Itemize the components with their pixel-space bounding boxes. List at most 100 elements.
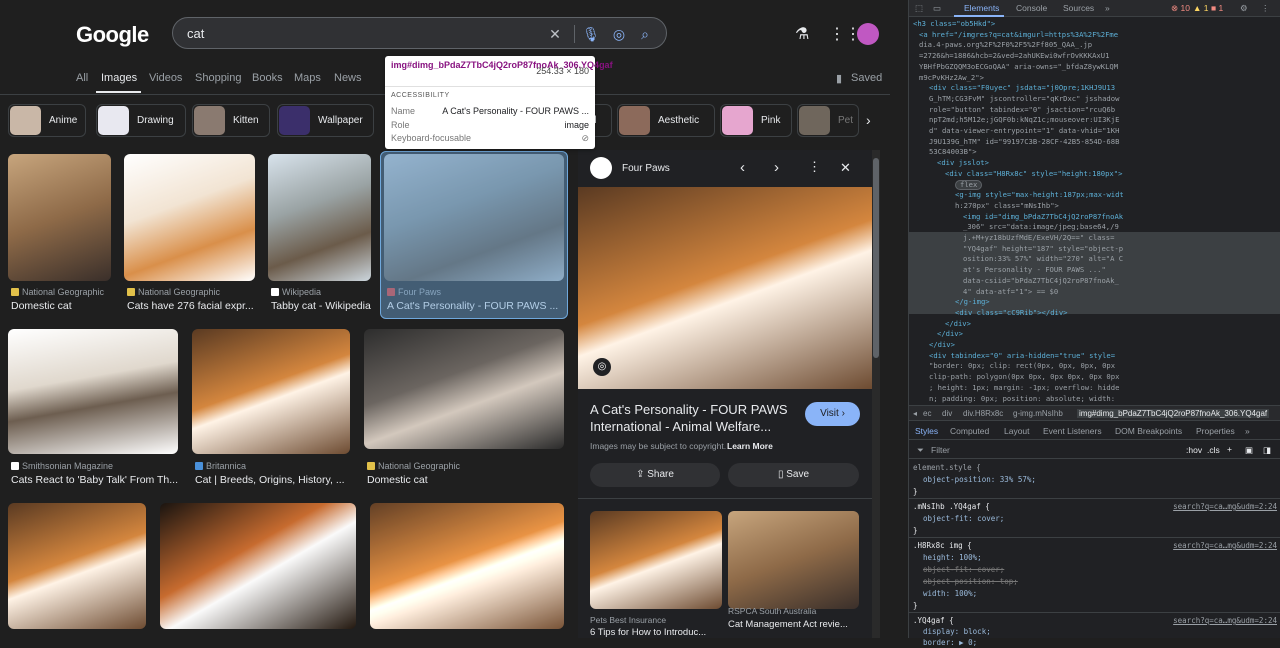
- image-result[interactable]: [8, 503, 146, 638]
- result-title[interactable]: Tabby cat - Wikipedia: [271, 300, 374, 312]
- related-image[interactable]: [728, 511, 859, 609]
- rule-property[interactable]: height: 100%;: [923, 552, 982, 563]
- chip-pink[interactable]: Pink: [720, 104, 792, 137]
- result-image[interactable]: [124, 154, 255, 281]
- chip-wallpaper[interactable]: Wallpaper: [277, 104, 374, 137]
- tab-elements[interactable]: Elements: [964, 3, 999, 13]
- related-title[interactable]: Cat Management Act revie...: [728, 619, 858, 630]
- code-line[interactable]: j.+M+yz18bUzfMdE/ExeVH/2Q==" class=: [963, 233, 1114, 243]
- code-line[interactable]: "border: 0px; clip: rect(0px, 0px, 0px, …: [929, 361, 1115, 371]
- code-line[interactable]: _306" src="data:image/jpeg;base64,/9: [963, 222, 1119, 232]
- scrollbar-thumb[interactable]: [873, 158, 879, 358]
- add-rule-icon[interactable]: +: [1227, 444, 1232, 454]
- code-line[interactable]: 53C84003B">: [929, 147, 977, 157]
- crumb[interactable]: div.H8Rx8c: [963, 409, 1003, 418]
- rule-property[interactable]: border: ▶ 0;: [923, 637, 977, 648]
- more-tabs-icon[interactable]: »: [1105, 3, 1110, 13]
- code-line[interactable]: m9cPvKHz2Aw_2">: [919, 73, 984, 83]
- code-line[interactable]: YBHfPbGZQQM3oECGoQAA" aria-owns="_bfdaZ8…: [919, 62, 1118, 72]
- panel-source[interactable]: Four Paws: [622, 163, 670, 174]
- image-result[interactable]: [160, 503, 356, 638]
- code-line[interactable]: G_hTM;CG3FvM" jscontroller="qKrDxc" jssh…: [929, 94, 1119, 104]
- code-line[interactable]: npT2md;h5M12e;jGQF0b:kNqZ1c;mouseover:UI…: [929, 115, 1119, 125]
- sidebar-toggle-icon[interactable]: ◨: [1263, 445, 1271, 456]
- tab-images[interactable]: Images: [101, 72, 137, 84]
- code-line[interactable]: data-csiid="bPdaZ7TbC4jQ2roP87fnoAk_: [963, 276, 1119, 286]
- code-line[interactable]: J9U139G_hTM" id="99197C3B-28CF-42B5-854D…: [929, 137, 1119, 147]
- visit-button[interactable]: Visit ›: [805, 402, 860, 426]
- saved-link[interactable]: Saved: [851, 72, 882, 84]
- code-line[interactable]: dia.4-paws.org%2F%2F0%2F5%2Ff805_QAA_.jp: [919, 40, 1092, 50]
- result-image[interactable]: [160, 503, 356, 629]
- code-line[interactable]: <a href="/imgres?q=cat&imgurl=https%3A%2…: [919, 30, 1118, 40]
- chip-kitten[interactable]: Kitten: [192, 104, 270, 137]
- code-line[interactable]: role="button" tabindex="0" jsaction="rcu…: [929, 105, 1115, 115]
- rule-property[interactable]: object-fit: cover;: [923, 513, 1004, 524]
- result-title[interactable]: Cats React to 'Baby Talk' From Th...: [11, 474, 179, 486]
- search-box[interactable]: cat ✕ 🎙 ◎ ⌕: [172, 17, 667, 49]
- chip-aesthetic[interactable]: Aesthetic: [617, 104, 715, 137]
- inspect-icon[interactable]: ⬚: [915, 3, 923, 14]
- related-title[interactable]: 6 Tips for How to Introduc...: [590, 627, 720, 638]
- code-line[interactable]: <g-img style="max-height:187px;max-widt: [955, 190, 1124, 200]
- result-image[interactable]: [364, 329, 564, 449]
- image-result[interactable]: Britannica Cat | Breeds, Origins, Histor…: [192, 329, 350, 489]
- result-title[interactable]: Domestic cat: [367, 474, 557, 486]
- result-image[interactable]: [8, 329, 178, 454]
- more-tabs-icon[interactable]: »: [1245, 426, 1250, 436]
- code-line[interactable]: <div class="H8Rx8c" style="height:180px"…: [945, 169, 1122, 179]
- image-result[interactable]: Wikipedia Tabby cat - Wikipedia: [268, 154, 371, 314]
- image-result[interactable]: National Geographic Domestic cat: [364, 329, 564, 489]
- tab-videos[interactable]: Videos: [149, 72, 182, 84]
- rule-source-link[interactable]: search?q=ca…mg&udm=2:24: [1173, 615, 1277, 626]
- code-line[interactable]: ; height: 1px; margin: -1px; overflow: h…: [929, 383, 1119, 393]
- image-result[interactable]: [370, 503, 564, 638]
- tab-books[interactable]: Books: [252, 72, 283, 84]
- code-line[interactable]: <div jsslot>: [937, 158, 989, 168]
- code-line[interactable]: </div>: [937, 329, 963, 339]
- paint-icon[interactable]: ▣: [1245, 445, 1253, 456]
- rule-property-overridden[interactable]: object-fit: cover;: [923, 564, 1004, 575]
- chip-pet[interactable]: Pet: [797, 104, 859, 137]
- crumb[interactable]: ec: [923, 409, 931, 418]
- result-image[interactable]: [268, 154, 371, 281]
- google-logo[interactable]: Google: [76, 22, 149, 48]
- lens-search-icon[interactable]: ◎: [593, 358, 611, 376]
- code-line[interactable]: osition:33% 57%" width="270" alt="A C: [963, 254, 1123, 264]
- saved-icon[interactable]: ▮: [836, 72, 842, 85]
- search-icon[interactable]: ⌕: [635, 24, 655, 44]
- tab-event-listeners[interactable]: Event Listeners: [1043, 426, 1102, 436]
- save-button[interactable]: ▯ Save: [728, 463, 859, 487]
- crumb[interactable]: div: [942, 409, 952, 418]
- code-line[interactable]: n; padding: 0px; position: absolute; wid…: [929, 394, 1115, 404]
- code-line[interactable]: <div class="F0uyec" jsdata="j0Opre;1KHJ9…: [929, 83, 1115, 93]
- crumb-arrow-icon[interactable]: ◂: [913, 409, 917, 418]
- tab-news[interactable]: News: [334, 72, 362, 84]
- result-title[interactable]: Cats have 276 facial expr...: [127, 300, 255, 312]
- code-line[interactable]: <div class="cC9Rib"></div>: [955, 308, 1068, 318]
- code-line[interactable]: clip-path: polygon(0px 0px, 0px 0px, 0px…: [929, 372, 1119, 382]
- more-vert-icon[interactable]: ⋮: [1261, 3, 1270, 14]
- preview-image[interactable]: [578, 187, 872, 389]
- share-button[interactable]: ⇪ Share: [590, 463, 720, 487]
- search-input[interactable]: cat: [187, 26, 204, 41]
- tab-computed[interactable]: Computed: [950, 426, 989, 436]
- cls-toggle[interactable]: .cls: [1207, 445, 1220, 455]
- chevron-right-icon[interactable]: ›: [866, 112, 871, 128]
- code-line[interactable]: at's Personality - FOUR PAWS ...": [963, 265, 1106, 275]
- crumb[interactable]: g-img.mNsIhb: [1013, 409, 1063, 418]
- rule-property[interactable]: width: 100%;: [923, 588, 977, 599]
- code-line[interactable]: <img id="dimg_bPdaZ7TbC4jQ2roP87fnoAk: [963, 212, 1123, 222]
- tab-sources[interactable]: Sources: [1063, 3, 1094, 13]
- chip-anime[interactable]: Anime: [8, 104, 86, 137]
- avatar[interactable]: [857, 23, 879, 45]
- filter-input[interactable]: Filter: [931, 445, 950, 455]
- result-title[interactable]: Domestic cat: [11, 300, 114, 312]
- image-result[interactable]: Smithsonian Magazine Cats React to 'Baby…: [8, 329, 178, 489]
- issue-count[interactable]: ■ 1: [1211, 3, 1223, 13]
- rule-source-link[interactable]: search?q=ca…mg&udm=2:24: [1173, 501, 1277, 512]
- code-line[interactable]: <div tabindex="0" aria-hidden="true" sty…: [929, 351, 1115, 361]
- code-line[interactable]: </div>: [929, 340, 955, 350]
- result-image[interactable]: [370, 503, 564, 629]
- rule-property[interactable]: object-position: 33% 57%;: [923, 474, 1036, 485]
